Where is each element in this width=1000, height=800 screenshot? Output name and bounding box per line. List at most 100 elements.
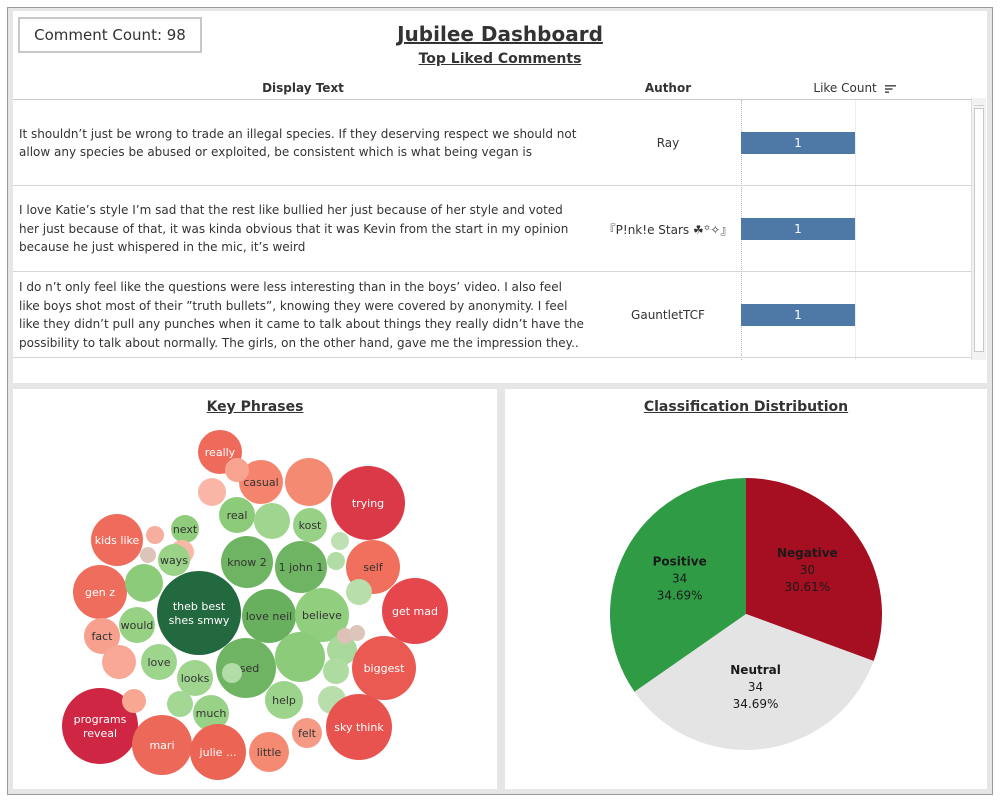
bubble-label: kost bbox=[299, 519, 322, 532]
key-phrase-bubble[interactable] bbox=[167, 691, 193, 717]
text-line: I do n’t only feel like the questions we… bbox=[19, 280, 562, 294]
bubble-circle bbox=[125, 564, 163, 602]
bubble-label: self bbox=[363, 561, 384, 574]
like-count-label: 1 bbox=[794, 222, 802, 236]
key-phrase-bubble[interactable]: 1 john 1 bbox=[275, 541, 327, 593]
bubble-label: much bbox=[196, 707, 227, 720]
key-phrases-panel: Key Phrases really casual trying real kost ki… bbox=[13, 389, 497, 789]
key-phrase-bubble[interactable] bbox=[346, 579, 372, 605]
bubble-circle bbox=[198, 478, 226, 506]
bubble-label: looks bbox=[181, 672, 210, 685]
key-phrase-bubble[interactable] bbox=[285, 458, 333, 506]
key-phrase-bubble[interactable]: julie ... bbox=[190, 724, 246, 780]
bubble-circle bbox=[327, 552, 345, 570]
bubble-circle bbox=[146, 526, 164, 544]
key-phrase-bubble[interactable]: next bbox=[171, 515, 199, 543]
key-phrase-bubble[interactable] bbox=[327, 552, 345, 570]
column-header-author[interactable]: Author bbox=[593, 81, 743, 95]
bubble-circle bbox=[254, 503, 290, 539]
bubble-label: really bbox=[205, 446, 236, 459]
column-header-label: Like Count bbox=[813, 81, 877, 95]
like-count-label: 1 bbox=[794, 308, 802, 322]
key-phrase-bubble[interactable]: theb best shes smwy bbox=[157, 571, 241, 655]
bubble-label: real bbox=[227, 509, 248, 522]
table-row[interactable]: I do n’t only feel like the questions we… bbox=[13, 272, 973, 358]
table-title: Top Liked Comments bbox=[418, 51, 582, 67]
key-phrase-bubble[interactable] bbox=[225, 458, 249, 482]
key-phrase-bubble[interactable]: ways bbox=[158, 544, 190, 576]
key-phrase-bubble[interactable] bbox=[125, 564, 163, 602]
like-count-bar[interactable]: 1 bbox=[741, 132, 855, 154]
key-phrase-bubble[interactable] bbox=[331, 532, 349, 550]
key-phrase-bubble[interactable]: sky think bbox=[326, 694, 392, 760]
column-header-label: Display Text bbox=[262, 81, 344, 95]
bubble-label: trying bbox=[352, 497, 384, 510]
like-count-bar[interactable]: 1 bbox=[741, 218, 855, 240]
key-phrase-bubble[interactable] bbox=[222, 663, 242, 683]
display-text-cell: I do n’t only feel like the questions we… bbox=[19, 272, 589, 358]
text-line: because he just whispered in the mic, it… bbox=[19, 240, 306, 255]
key-phrase-bubble[interactable]: biggest bbox=[352, 636, 416, 700]
key-phrase-bubble[interactable]: mari bbox=[132, 715, 192, 775]
scroll-up-arrow[interactable] bbox=[974, 98, 984, 106]
key-phrase-bubble[interactable]: kids like bbox=[91, 514, 143, 566]
bubble-circle bbox=[222, 663, 242, 683]
key-phrase-bubble[interactable] bbox=[146, 526, 164, 544]
key-phrase-bubble[interactable]: help bbox=[265, 681, 303, 719]
key-phrase-bubble[interactable] bbox=[102, 645, 136, 679]
bubble-label: mari bbox=[149, 739, 174, 752]
key-phrase-bubble[interactable]: get mad bbox=[382, 578, 448, 644]
key-phrase-bubble[interactable]: would bbox=[119, 607, 155, 643]
key-phrase-bubble[interactable] bbox=[275, 632, 325, 682]
bubble-circle bbox=[157, 571, 241, 655]
key-phrase-bubble[interactable]: love bbox=[141, 644, 177, 680]
bubble-circle bbox=[102, 645, 136, 679]
bubble-label: little bbox=[257, 746, 282, 759]
key-phrase-bubble[interactable] bbox=[349, 625, 365, 641]
column-header-label: Author bbox=[644, 81, 692, 95]
table-row[interactable]: I love Katie’s style I’m sad that the re… bbox=[13, 186, 973, 272]
table-scrollbar[interactable] bbox=[971, 98, 986, 360]
comments-table: It shouldn’t just be wrong to trade an i… bbox=[13, 99, 973, 360]
key-phrase-bubble[interactable]: kost bbox=[293, 508, 327, 542]
key-phrase-bubble[interactable]: love neil bbox=[242, 589, 296, 643]
bubble-circle bbox=[167, 691, 193, 717]
bubble-circle bbox=[275, 632, 325, 682]
table-row[interactable]: It shouldn’t just be wrong to trade an i… bbox=[13, 100, 973, 186]
key-phrase-bubble[interactable] bbox=[323, 658, 349, 684]
key-phrases-bubble-chart: really casual trying real kost kids like next k… bbox=[62, 430, 448, 780]
key-phrase-bubble[interactable]: gen z bbox=[73, 565, 127, 619]
bubble-circle bbox=[346, 579, 372, 605]
key-phrase-bubble[interactable] bbox=[198, 478, 226, 506]
key-phrase-bubble[interactable] bbox=[122, 689, 146, 713]
text-line: It shouldn’t just be wrong to trade an i… bbox=[19, 126, 577, 141]
key-phrase-bubble[interactable]: little bbox=[249, 732, 289, 772]
author-cell: GauntletTCF bbox=[631, 308, 705, 322]
bubble-circle bbox=[285, 458, 333, 506]
sort-descending-icon[interactable] bbox=[884, 84, 897, 94]
bubble-label: gen z bbox=[85, 586, 115, 599]
column-header-display-text[interactable]: Display Text bbox=[13, 81, 593, 95]
bubble-circle bbox=[225, 458, 249, 482]
column-header-like-count[interactable]: Like Count bbox=[785, 81, 925, 95]
author-cell: Ray bbox=[656, 136, 680, 150]
bubble-label: get mad bbox=[392, 605, 438, 618]
key-phrase-bubble[interactable]: looks bbox=[177, 660, 213, 696]
bubble-label: kids like bbox=[95, 534, 140, 547]
text-line: her just because of that, it was kinda o… bbox=[19, 221, 569, 236]
key-phrase-bubble[interactable]: trying bbox=[331, 466, 405, 540]
bubble-label: 1 john 1 bbox=[279, 561, 324, 574]
bubble-label: sky think bbox=[334, 721, 384, 734]
key-phrase-bubble[interactable] bbox=[140, 547, 156, 563]
bubble-label: love neil bbox=[246, 610, 292, 623]
bubble-label: biggest bbox=[364, 662, 406, 675]
key-phrase-bubble[interactable] bbox=[254, 503, 290, 539]
scroll-thumb[interactable] bbox=[974, 108, 984, 352]
text-line: like boys shot most of their ”truth bull… bbox=[19, 298, 568, 313]
bubble-label: theb best shes smwy bbox=[169, 600, 230, 627]
bubble-label: julie ... bbox=[199, 746, 237, 759]
key-phrase-bubble[interactable]: know 2 bbox=[221, 536, 273, 588]
like-count-bar[interactable]: 1 bbox=[741, 304, 855, 326]
key-phrase-bubble[interactable]: real bbox=[219, 497, 255, 533]
key-phrase-bubble[interactable]: felt bbox=[292, 718, 322, 748]
